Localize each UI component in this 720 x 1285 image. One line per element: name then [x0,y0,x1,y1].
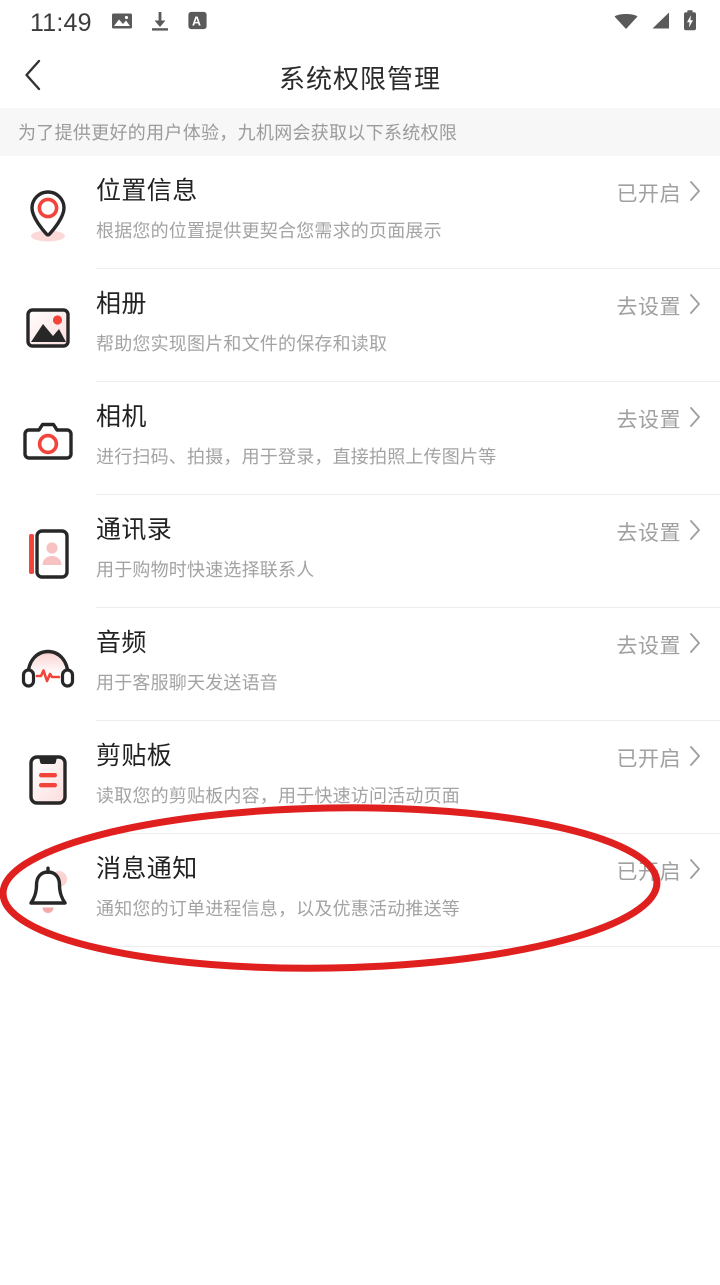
status-time: 11:49 [30,8,92,37]
banner-text: 为了提供更好的用户体验，九机网会获取以下系统权限 [18,123,458,143]
permission-list: 位置信息 根据您的位置提供更契合您需求的页面展示 已开启 相册 帮助您实现图片和… [0,156,720,947]
download-icon [148,9,172,38]
permission-row-location[interactable]: 位置信息 根据您的位置提供更契合您需求的页面展示 已开启 [0,156,720,269]
permission-row-album[interactable]: 相册 帮助您实现图片和文件的保存和读取 去设置 [0,269,720,382]
cellular-signal-icon [649,9,673,38]
permission-title: 消息通知 [96,855,198,883]
permission-desc: 根据您的位置提供更契合您需求的页面展示 [96,221,442,241]
permission-desc: 帮助您实现图片和文件的保存和读取 [96,334,388,354]
banner: 为了提供更好的用户体验，九机网会获取以下系统权限 [0,108,720,156]
chevron-right-icon [689,180,702,207]
permission-body: 通讯录 用于购物时快速选择联系人 去设置 [96,495,702,582]
status-badge: 已开启 [616,183,681,206]
row-divider [96,946,720,947]
letter-a-icon: A [186,9,209,37]
status-badge: 去设置 [616,409,681,432]
status-badge: 去设置 [616,522,681,545]
permission-desc: 用于购物时快速选择联系人 [96,560,315,580]
permission-title: 位置信息 [96,177,198,205]
permission-body: 相机 进行扫码、拍摄，用于登录，直接拍照上传图片等 去设置 [96,382,702,469]
chevron-right-icon [689,632,702,659]
permission-body: 音频 用于客服聊天发送语音 去设置 [96,608,702,695]
permission-title: 相机 [96,403,147,431]
battery-charging-icon [682,9,698,38]
chevron-right-icon [689,293,702,320]
chevron-right-icon [689,858,702,885]
status-badge: 已开启 [616,748,681,771]
permission-status[interactable]: 去设置 [617,404,703,434]
permission-status[interactable]: 已开启 [617,856,703,886]
wifi-icon [612,9,640,38]
permission-title: 通讯录 [96,516,173,544]
headphones-icon [0,608,96,721]
contacts-icon [0,495,96,608]
page-title: 系统权限管理 [278,63,441,94]
status-bar: 11:49 A [0,0,720,46]
permission-desc: 读取您的剪贴板内容，用于快速访问活动页面 [96,786,460,806]
status-badge: 已开启 [616,861,681,884]
status-right-icons [612,9,698,38]
permission-desc: 通知您的订单进程信息，以及优惠活动推送等 [96,899,460,919]
title-bar: 系统权限管理 [0,46,720,108]
permission-row-audio[interactable]: 音频 用于客服聊天发送语音 去设置 [0,608,720,721]
chevron-left-icon [19,58,49,97]
permission-status[interactable]: 去设置 [617,291,703,321]
permission-desc: 用于客服聊天发送语音 [96,673,278,693]
chevron-right-icon [689,519,702,546]
permission-body: 消息通知 通知您的订单进程信息，以及优惠活动推送等 已开启 [96,834,702,921]
permission-title: 相册 [96,290,147,318]
photo-album-icon [0,269,96,382]
permission-title: 音频 [96,629,147,657]
permission-body: 相册 帮助您实现图片和文件的保存和读取 去设置 [96,269,702,356]
permission-row-camera[interactable]: 相机 进行扫码、拍摄，用于登录，直接拍照上传图片等 去设置 [0,382,720,495]
permission-desc: 进行扫码、拍摄，用于登录，直接拍照上传图片等 [96,447,497,467]
camera-icon [0,382,96,495]
permission-row-clipboard[interactable]: 剪贴板 读取您的剪贴板内容，用于快速访问活动页面 已开启 [0,721,720,834]
image-icon [110,9,134,38]
permission-row-contacts[interactable]: 通讯录 用于购物时快速选择联系人 去设置 [0,495,720,608]
back-button[interactable] [10,53,58,101]
permission-status[interactable]: 已开启 [617,178,703,208]
clipboard-icon [0,721,96,834]
svg-text:A: A [192,14,201,28]
permission-title: 剪贴板 [96,742,173,770]
chevron-right-icon [689,406,702,433]
permission-body: 剪贴板 读取您的剪贴板内容，用于快速访问活动页面 已开启 [96,721,702,808]
status-left-icons: A [110,9,209,38]
permission-row-notification[interactable]: 消息通知 通知您的订单进程信息，以及优惠活动推送等 已开启 [0,834,720,947]
location-pin-icon [0,156,96,269]
permission-body: 位置信息 根据您的位置提供更契合您需求的页面展示 已开启 [96,156,702,243]
status-badge: 去设置 [616,635,681,658]
chevron-right-icon [689,745,702,772]
permission-status[interactable]: 去设置 [617,630,703,660]
status-badge: 去设置 [616,296,681,319]
bell-icon [0,834,96,947]
permission-status[interactable]: 已开启 [617,743,703,773]
permission-status[interactable]: 去设置 [617,517,703,547]
